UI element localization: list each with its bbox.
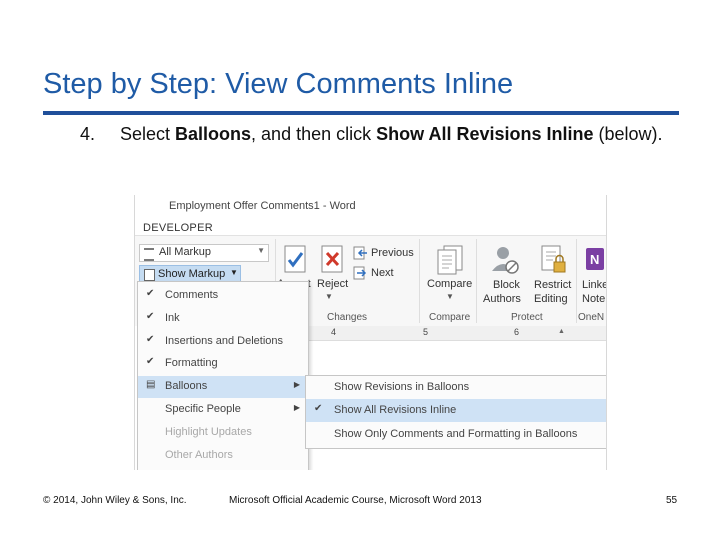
step-text-bold-show-all: Show All Revisions Inline: [376, 124, 594, 144]
chevron-down-icon: ▼: [446, 292, 454, 301]
menu-item-label: Comments: [165, 289, 219, 301]
title-divider: [43, 111, 679, 115]
balloons-submenu: Show Revisions in Balloons ✔ Show All Revi…: [305, 375, 606, 449]
submenu-item-label: Show All Revisions Inline: [334, 404, 457, 417]
group-label-onenote: OneN: [578, 312, 605, 323]
menu-item-specific-people[interactable]: Specific People ▶: [138, 399, 308, 421]
compare-button[interactable]: Compare: [427, 278, 472, 290]
block-authors-line1[interactable]: Block: [493, 279, 520, 291]
menu-item-insertions-and-deletions[interactable]: ✔ Insertions and Deletions: [138, 331, 308, 353]
show-markup-label: Show Markup: [158, 268, 226, 280]
restrict-editing-line2[interactable]: Editing: [534, 293, 568, 305]
ribbon-separator: [476, 239, 477, 323]
step-text: Select Balloons, and then click Show All…: [120, 121, 680, 147]
linked-notes-line1[interactable]: Linke: [582, 279, 606, 291]
menu-item-formatting[interactable]: ✔ Formatting: [138, 353, 308, 375]
footer-course: Microsoft Official Academic Course, Micr…: [229, 495, 482, 506]
ribbon-separator: [576, 239, 577, 323]
submenu-item-label: Show Only Comments and Formatting in Bal…: [334, 427, 578, 440]
svg-text:N: N: [590, 252, 599, 267]
menu-item-other-authors[interactable]: Other Authors: [138, 445, 308, 467]
reject-icon[interactable]: [318, 245, 346, 275]
accept-icon[interactable]: [281, 245, 309, 275]
balloons-icon: ▤: [146, 379, 156, 391]
word-screenshot: Employment Offer Comments1 - Word DEVELO…: [134, 195, 607, 470]
menu-item-label: Specific People: [165, 403, 241, 415]
chevron-down-icon: ▼: [257, 246, 265, 255]
group-label-compare: Compare: [429, 312, 471, 323]
linked-notes-line2[interactable]: Note: [582, 293, 605, 305]
compare-icon[interactable]: [435, 244, 465, 276]
checkmark-icon: ✔: [146, 288, 155, 299]
block-authors-line2[interactable]: Authors: [483, 293, 521, 305]
menu-item-label: Ink: [165, 311, 180, 324]
step-number: 4.: [80, 124, 96, 144]
checkmark-icon: ✔: [146, 310, 155, 322]
next-icon: [353, 266, 367, 280]
menu-item-label: Highlight Updates: [165, 425, 252, 438]
previous-icon: [353, 246, 367, 260]
previous-button[interactable]: Previous: [371, 247, 414, 259]
step-text-part: (below).: [593, 124, 663, 144]
step-text-part: Select: [120, 124, 176, 144]
menu-item-highlight-updates[interactable]: Highlight Updates: [138, 422, 308, 444]
block-authors-icon[interactable]: [490, 244, 520, 276]
checkmark-icon: ✔: [146, 333, 155, 345]
step-text-part: , and then click: [251, 124, 377, 144]
menu-item-label: Insertions and Deletions: [165, 334, 284, 347]
indent-marker-icon[interactable]: ▲: [558, 328, 565, 335]
checkmark-icon: ✔: [314, 403, 323, 415]
chevron-down-icon: ▼: [325, 292, 333, 301]
menu-item-label: Other Authors: [165, 448, 233, 461]
menu-item-comments[interactable]: ✔ Comments: [138, 285, 308, 307]
restrict-editing-line1[interactable]: Restrict: [534, 279, 571, 291]
submenu-item-show-revisions-in-balloons[interactable]: Show Revisions in Balloons: [306, 376, 606, 399]
next-button[interactable]: Next: [371, 267, 394, 279]
list-icon: [144, 248, 154, 261]
menu-item-label: Formatting: [165, 357, 218, 370]
group-label-changes: Changes: [327, 312, 368, 323]
menu-item-ink[interactable]: ✔ Ink: [138, 308, 308, 330]
slide-title: Step by Step: View Comments Inline: [43, 68, 514, 100]
page-number: 55: [666, 495, 678, 506]
step-text-bold-balloons: Balloons: [175, 124, 252, 144]
show-markup-icon: [144, 269, 155, 281]
menu-item-label: Balloons: [165, 380, 208, 393]
ruler: 4 5 6 ▲: [303, 326, 606, 341]
submenu-item-show-only-comments-and-formatting-in-balloons[interactable]: Show Only Comments and Formatting in Bal…: [306, 423, 606, 446]
footer-copyright: © 2014, John Wiley & Sons, Inc.: [43, 495, 187, 506]
ribbon-separator: [419, 239, 420, 323]
chevron-right-icon: ▶: [293, 403, 300, 412]
ruler-tick: 6: [514, 327, 520, 337]
restrict-editing-icon[interactable]: [539, 244, 569, 276]
checkmark-icon: ✔: [146, 356, 155, 368]
markup-dropdown-value: All Markup: [159, 246, 211, 258]
submenu-item-show-all-revisions-inline[interactable]: ✔ Show All Revisions Inline: [306, 399, 606, 423]
chevron-down-icon: ▼: [230, 268, 238, 277]
ruler-tick: 5: [423, 327, 429, 337]
show-markup-menu: ✔ Comments ✔ Ink ✔ Insertions and Deletions ✔ F…: [137, 281, 309, 470]
reject-button[interactable]: Reject: [317, 278, 348, 290]
ruler-tick: 4: [331, 327, 337, 337]
window-title: Employment Offer Comments1 - Word: [169, 200, 356, 212]
markup-dropdown[interactable]: All Markup ▼: [139, 244, 269, 262]
menu-item-balloons[interactable]: ▤ Balloons ▶: [138, 376, 308, 399]
submenu-item-label: Show Revisions in Balloons: [334, 381, 470, 393]
group-label-protect: Protect: [511, 312, 543, 323]
chevron-right-icon: ▶: [293, 380, 300, 390]
onenote-icon[interactable]: N: [584, 246, 606, 274]
tab-developer[interactable]: DEVELOPER: [143, 222, 213, 234]
